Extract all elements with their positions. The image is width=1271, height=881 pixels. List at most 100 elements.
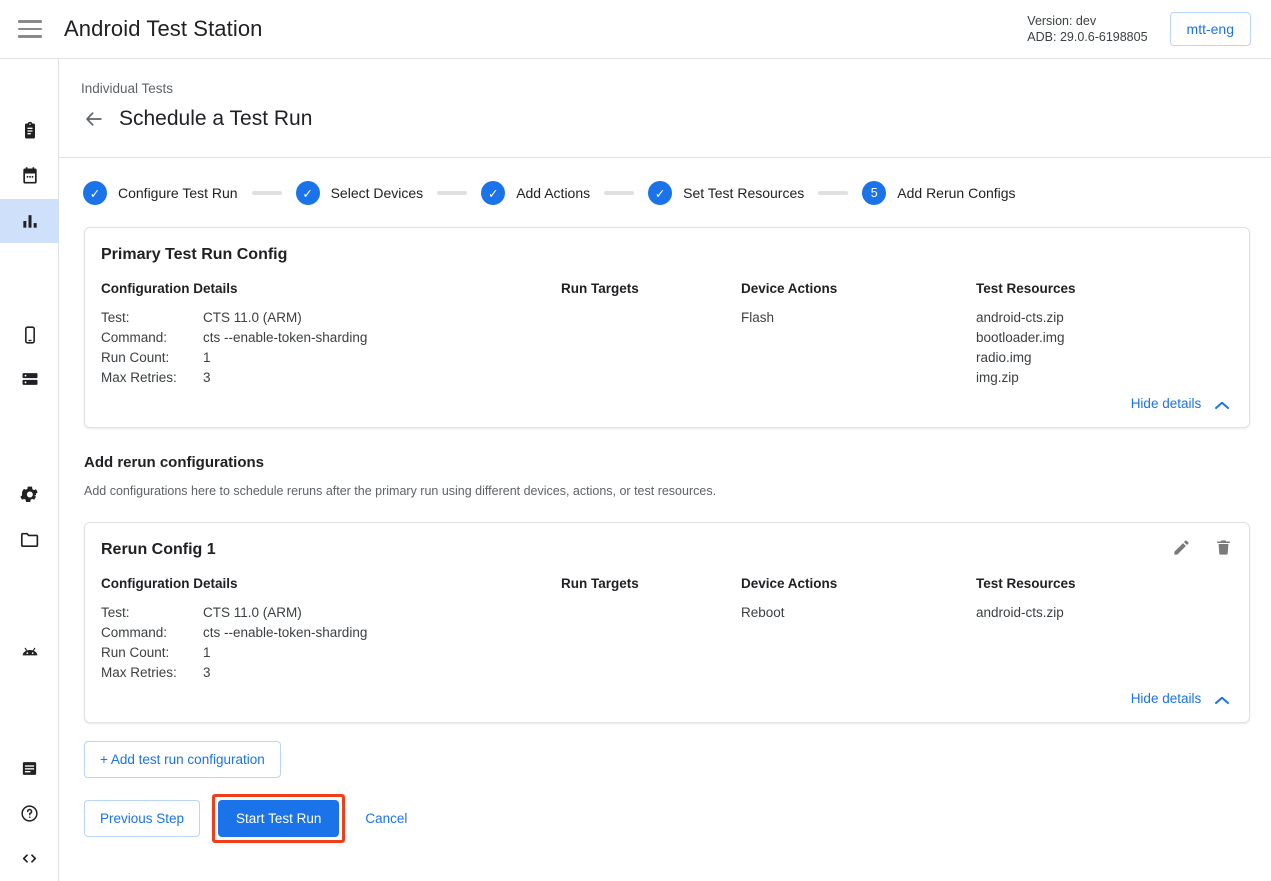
test-resources-column: Test Resources android-cts.zip bootloade… xyxy=(976,281,1249,388)
help-icon xyxy=(19,803,40,824)
sidebar-item-developer[interactable] xyxy=(0,836,59,880)
step-label: Add Actions xyxy=(516,185,590,201)
sidebar-item-test-results[interactable] xyxy=(0,199,59,243)
step-marker: ✓ xyxy=(83,181,107,205)
step-label: Add Rerun Configs xyxy=(897,185,1015,201)
run-targets-column: Run Targets xyxy=(561,281,741,388)
hamburger-menu-icon[interactable] xyxy=(18,20,42,38)
hide-details-label: Hide details xyxy=(1131,396,1202,411)
footer-actions: Previous Step Start Test Run Cancel xyxy=(59,794,1271,843)
test-resource-item: bootloader.img xyxy=(976,328,1249,348)
configuration-details-values: Test: CTS 11.0 (ARM) Command: cts --enab… xyxy=(101,308,561,388)
sidebar-item-hosts[interactable] xyxy=(0,357,59,401)
chevron-up-icon xyxy=(1215,693,1229,708)
main-content: Individual Tests Schedule a Test Run ✓ C… xyxy=(59,59,1271,881)
label-test: Test: xyxy=(101,308,203,328)
pencil-edit-icon[interactable] xyxy=(1169,535,1193,559)
device-actions-values: Flash xyxy=(741,308,976,328)
device-actions-values: Reboot xyxy=(741,603,976,623)
config-grid: Configuration Details Test: CTS 11.0 (AR… xyxy=(85,264,1249,388)
step-marker: 5 xyxy=(862,181,886,205)
label-command: Command: xyxy=(101,623,203,643)
arrow-back-icon[interactable] xyxy=(81,106,107,132)
value-run-count: 1 xyxy=(203,643,561,663)
configuration-details-values: Test: CTS 11.0 (ARM) Command: cts --enab… xyxy=(101,603,561,683)
label-max-retries: Max Retries: xyxy=(101,368,203,388)
adb-version-line: ADB: 29.0.6-6198805 xyxy=(1027,29,1147,45)
rerun-section-heading: Add rerun configurations xyxy=(59,428,1271,471)
add-config-row: + Add test run configuration xyxy=(59,741,1271,778)
test-resource-item: android-cts.zip xyxy=(976,308,1249,328)
column-header-run-targets: Run Targets xyxy=(561,281,741,308)
test-resource-item: img.zip xyxy=(976,368,1249,388)
code-icon xyxy=(19,848,40,869)
step-connector xyxy=(604,191,634,195)
page-title: Android Test Station xyxy=(64,16,263,42)
label-run-count: Run Count: xyxy=(101,348,203,368)
hide-details-label: Hide details xyxy=(1131,691,1202,706)
sidebar-item-help[interactable] xyxy=(0,791,59,835)
step-add-rerun-configs[interactable]: 5 Add Rerun Configs xyxy=(862,181,1015,205)
title-row: Schedule a Test Run xyxy=(81,106,1271,132)
step-label: Configure Test Run xyxy=(118,185,238,201)
server-icon xyxy=(20,369,40,389)
folder-icon xyxy=(19,529,40,550)
breadcrumb[interactable]: Individual Tests xyxy=(81,81,1271,96)
sidebar-item-android[interactable] xyxy=(0,631,59,675)
page-header: Individual Tests Schedule a Test Run xyxy=(59,59,1271,158)
sidebar-item-file-browser[interactable] xyxy=(0,517,59,561)
sidebar-item-scheduler[interactable] xyxy=(0,154,59,198)
version-info: Version: dev ADB: 29.0.6-6198805 xyxy=(1027,13,1147,45)
start-test-run-highlight: Start Test Run xyxy=(212,794,345,843)
label-test: Test: xyxy=(101,603,203,623)
step-label: Set Test Resources xyxy=(683,185,804,201)
android-icon xyxy=(19,642,41,664)
hide-details-toggle-rerun[interactable]: Hide details xyxy=(85,683,1249,722)
value-test: CTS 11.0 (ARM) xyxy=(203,308,561,328)
sidebar-item-devices[interactable] xyxy=(0,313,59,357)
rerun-config-card: Rerun Config 1 Configuration Details Tes… xyxy=(84,522,1250,723)
step-connector xyxy=(437,191,467,195)
phone-icon xyxy=(20,325,40,345)
step-select-devices[interactable]: ✓ Select Devices xyxy=(296,181,424,205)
user-chip-button[interactable]: mtt-eng xyxy=(1170,12,1251,46)
sidebar-item-test-runs[interactable] xyxy=(0,109,59,153)
bar-chart-icon xyxy=(20,211,40,231)
step-marker: ✓ xyxy=(481,181,505,205)
card-title: Primary Test Run Config xyxy=(85,228,1249,264)
start-test-run-button[interactable]: Start Test Run xyxy=(218,800,339,837)
hide-details-toggle-primary[interactable]: Hide details xyxy=(85,388,1249,427)
configuration-details-column: Configuration Details Test: CTS 11.0 (AR… xyxy=(101,281,561,388)
step-label: Select Devices xyxy=(331,185,424,201)
value-max-retries: 3 xyxy=(203,368,561,388)
previous-step-button[interactable]: Previous Step xyxy=(84,800,200,837)
value-max-retries: 3 xyxy=(203,663,561,683)
sidebar-item-logs[interactable] xyxy=(0,746,59,790)
label-max-retries: Max Retries: xyxy=(101,663,203,683)
value-command: cts --enable-token-sharding xyxy=(203,328,561,348)
cancel-button[interactable]: Cancel xyxy=(357,801,415,836)
config-grid: Configuration Details Test: CTS 11.0 (AR… xyxy=(85,559,1249,683)
primary-test-run-config-card: Primary Test Run Config Configuration De… xyxy=(84,227,1250,428)
step-add-actions[interactable]: ✓ Add Actions xyxy=(481,181,590,205)
step-configure-test-run[interactable]: ✓ Configure Test Run xyxy=(83,181,238,205)
device-action-item: Flash xyxy=(741,308,976,328)
label-run-count: Run Count: xyxy=(101,643,203,663)
step-set-test-resources[interactable]: ✓ Set Test Resources xyxy=(648,181,804,205)
sidebar-item-settings[interactable] xyxy=(0,472,59,516)
add-test-run-configuration-button[interactable]: + Add test run configuration xyxy=(84,741,281,778)
trash-delete-icon[interactable] xyxy=(1211,535,1235,559)
value-test: CTS 11.0 (ARM) xyxy=(203,603,561,623)
value-command: cts --enable-token-sharding xyxy=(203,623,561,643)
gear-icon xyxy=(19,484,40,505)
device-action-item: Reboot xyxy=(741,603,976,623)
configuration-details-column: Configuration Details Test: CTS 11.0 (AR… xyxy=(101,576,561,683)
stepper: ✓ Configure Test Run ✓ Select Devices ✓ … xyxy=(59,158,1271,205)
test-resource-item: radio.img xyxy=(976,348,1249,368)
label-command: Command: xyxy=(101,328,203,348)
test-resource-item: android-cts.zip xyxy=(976,603,1249,623)
sidebar-rail xyxy=(0,59,59,881)
test-resources-values: android-cts.zip xyxy=(976,603,1249,623)
column-header-test-resources: Test Resources xyxy=(976,576,1249,603)
chevron-up-icon xyxy=(1215,398,1229,413)
